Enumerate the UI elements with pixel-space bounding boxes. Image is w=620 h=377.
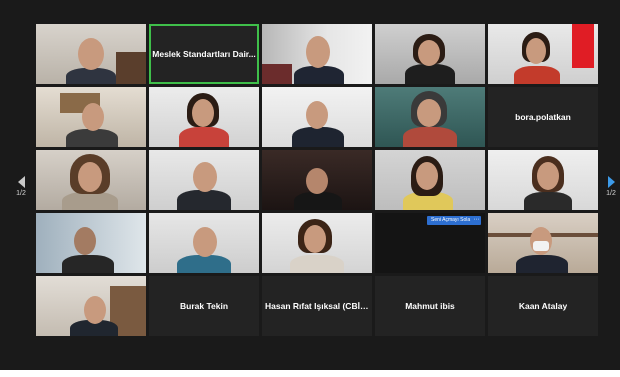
page-indicator: 1/2 bbox=[606, 190, 616, 197]
flag-icon bbox=[572, 24, 594, 68]
participant-grid: Meslek Standartları Dair... bora.polatka… bbox=[36, 24, 598, 340]
participant-tile[interactable] bbox=[375, 150, 485, 210]
participant-tile[interactable] bbox=[488, 213, 598, 273]
meeting-window: 1/2 1/2 Meslek Standartları Dair... bora… bbox=[0, 0, 620, 370]
participant-name: Burak Tekin bbox=[179, 301, 229, 311]
participant-name: Kaan Atalay bbox=[518, 301, 568, 311]
participant-tile[interactable]: Kaan Atalay bbox=[488, 276, 598, 336]
next-page-button[interactable]: 1/2 bbox=[604, 176, 618, 197]
participant-name: Mahmut ibis bbox=[405, 301, 455, 311]
face-mask bbox=[533, 241, 549, 251]
chevron-left-icon bbox=[17, 176, 25, 188]
participant-tile[interactable] bbox=[149, 213, 259, 273]
participant-tile[interactable] bbox=[488, 24, 598, 84]
chevron-right-icon bbox=[607, 176, 615, 188]
participant-tile[interactable]: Meslek Standartları Dair... bbox=[149, 24, 259, 84]
participant-tile[interactable] bbox=[36, 150, 146, 210]
participant-tile[interactable]: bora.polatkan bbox=[488, 87, 598, 147]
participant-name: Hasan Rıfat Işıksal (CBİK... bbox=[265, 301, 369, 311]
participant-tile[interactable] bbox=[36, 87, 146, 147]
participant-tile[interactable] bbox=[488, 150, 598, 210]
caption-chip[interactable]: Seni Açmayı Sola bbox=[427, 216, 475, 225]
more-icon[interactable]: ⋯ bbox=[472, 216, 481, 225]
participant-tile[interactable]: Hasan Rıfat Işıksal (CBİK... bbox=[262, 276, 372, 336]
participant-tile[interactable] bbox=[375, 87, 485, 147]
participant-tile[interactable] bbox=[262, 24, 372, 84]
participant-tile[interactable] bbox=[149, 87, 259, 147]
participant-tile[interactable] bbox=[262, 213, 372, 273]
participant-tile[interactable]: Mahmut ibis bbox=[375, 276, 485, 336]
participant-tile[interactable] bbox=[36, 213, 146, 273]
participant-name: Meslek Standartları Dair... bbox=[152, 49, 256, 59]
participant-name: bora.polatkan bbox=[515, 112, 571, 122]
prev-page-button[interactable]: 1/2 bbox=[14, 176, 28, 197]
participant-tile[interactable] bbox=[36, 24, 146, 84]
participant-tile[interactable] bbox=[262, 87, 372, 147]
page-indicator: 1/2 bbox=[16, 190, 26, 197]
participant-tile[interactable] bbox=[375, 24, 485, 84]
participant-tile[interactable] bbox=[36, 276, 146, 336]
participant-tile[interactable] bbox=[262, 150, 372, 210]
participant-tile[interactable]: Burak Tekin bbox=[149, 276, 259, 336]
participant-tile[interactable] bbox=[149, 150, 259, 210]
